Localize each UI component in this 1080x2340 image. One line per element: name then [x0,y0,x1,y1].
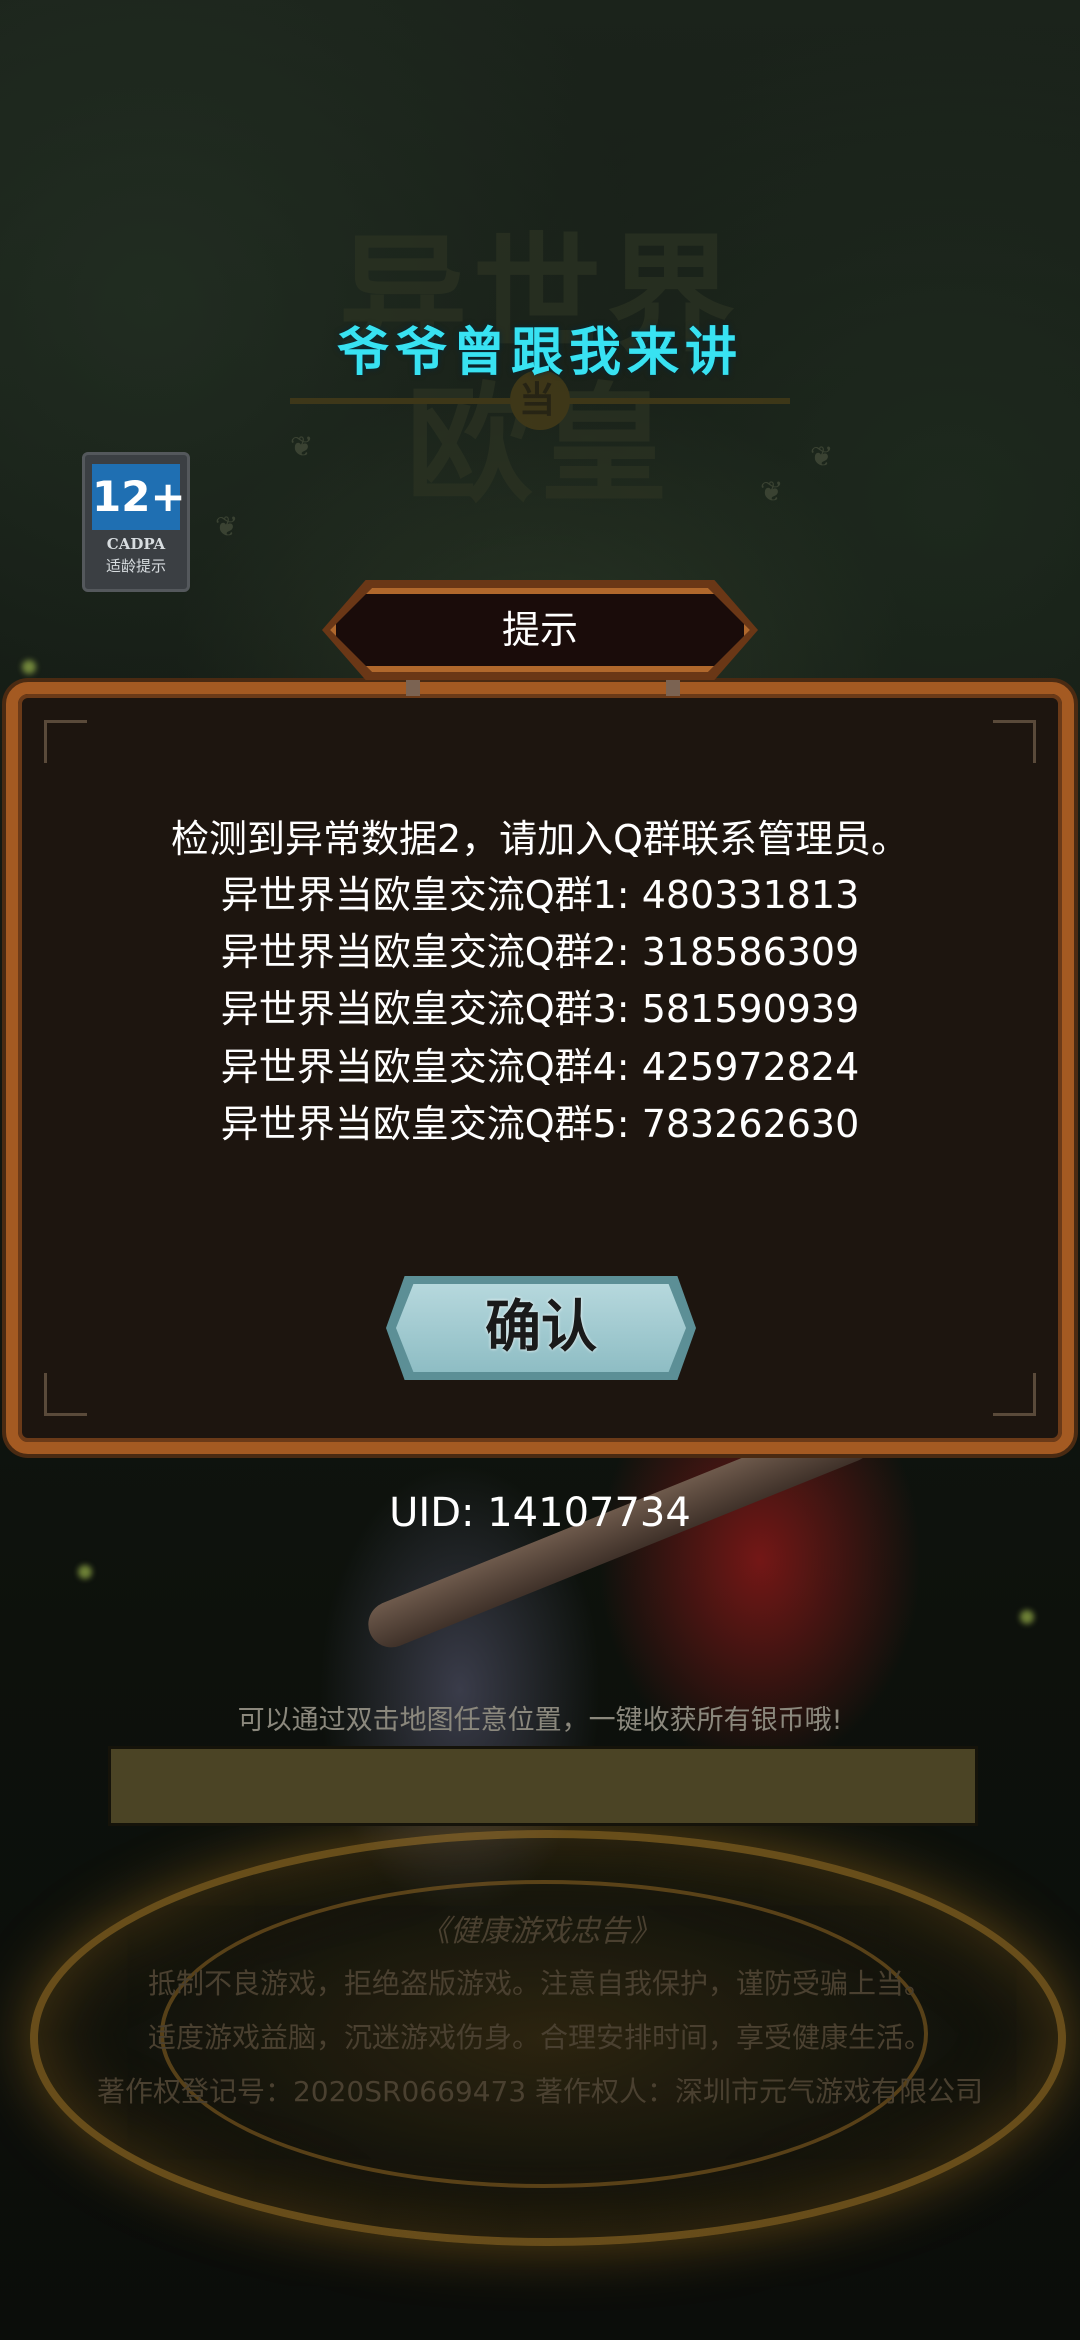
confirm-button[interactable]: 确认 [386,1276,696,1380]
dialog-corner [44,720,87,763]
qq-group-line: 异世界当欧皇交流Q群1: 480331813 [220,873,860,917]
butterfly-icon: ❦ [290,430,314,463]
firefly-glow [1020,1610,1034,1624]
dialog-corner [993,720,1036,763]
loading-bar [108,1746,978,1826]
dialog-title: 提示 [501,608,578,652]
qq-group-line: 异世界当欧皇交流Q群2: 318586309 [220,930,860,974]
health-notice-line: 适度游戏益脑，沉迷游戏伤身。合理安排时间，享受健康生活。 [147,2021,932,2054]
age-rating-value: 12+ [92,464,186,530]
qq-group-line: 异世界当欧皇交流Q群4: 425972824 [220,1045,860,1089]
age-rating-org: CADPA [106,535,166,553]
dialog-corner [993,1373,1036,1416]
confirm-button-label: 确认 [485,1295,597,1360]
age-rating-label: 适龄提示 [105,557,166,575]
copyright-line: 著作权登记号：2020SR0669473 著作权人：深圳市元气游戏有限公司 [96,2075,984,2108]
dialog-message: 检测到异常数据2，请加入Q群联系管理员。 [170,817,910,861]
butterfly-icon: ❦ [215,510,239,543]
health-notice-line: 抵制不良游戏，拒绝盗版游戏。注意自我保护，谨防受骗上当。 [147,1967,932,2000]
dialog-corner [44,1373,87,1416]
uid-label: UID: 14107734 [389,1490,691,1536]
top-title: 爷爷曾跟我来讲 [336,322,743,383]
gameplay-tip: 可以通过双击地图任意位置，一键收获所有银币哦! [237,1705,843,1736]
butterfly-icon: ❦ [760,475,784,508]
butterfly-icon: ❦ [810,440,834,473]
game-logo: 异世界 欧皇 当 [290,220,790,580]
firefly-glow [22,660,36,674]
qq-group-line: 异世界当欧皇交流Q群3: 581590939 [220,987,860,1031]
qq-group-line: 异世界当欧皇交流Q群5: 783262630 [220,1102,860,1146]
health-notice-title: 《健康游戏忠告》 [420,1914,660,1949]
age-rating-badge[interactable]: 12+ CADPA 适龄提示 [82,452,190,592]
